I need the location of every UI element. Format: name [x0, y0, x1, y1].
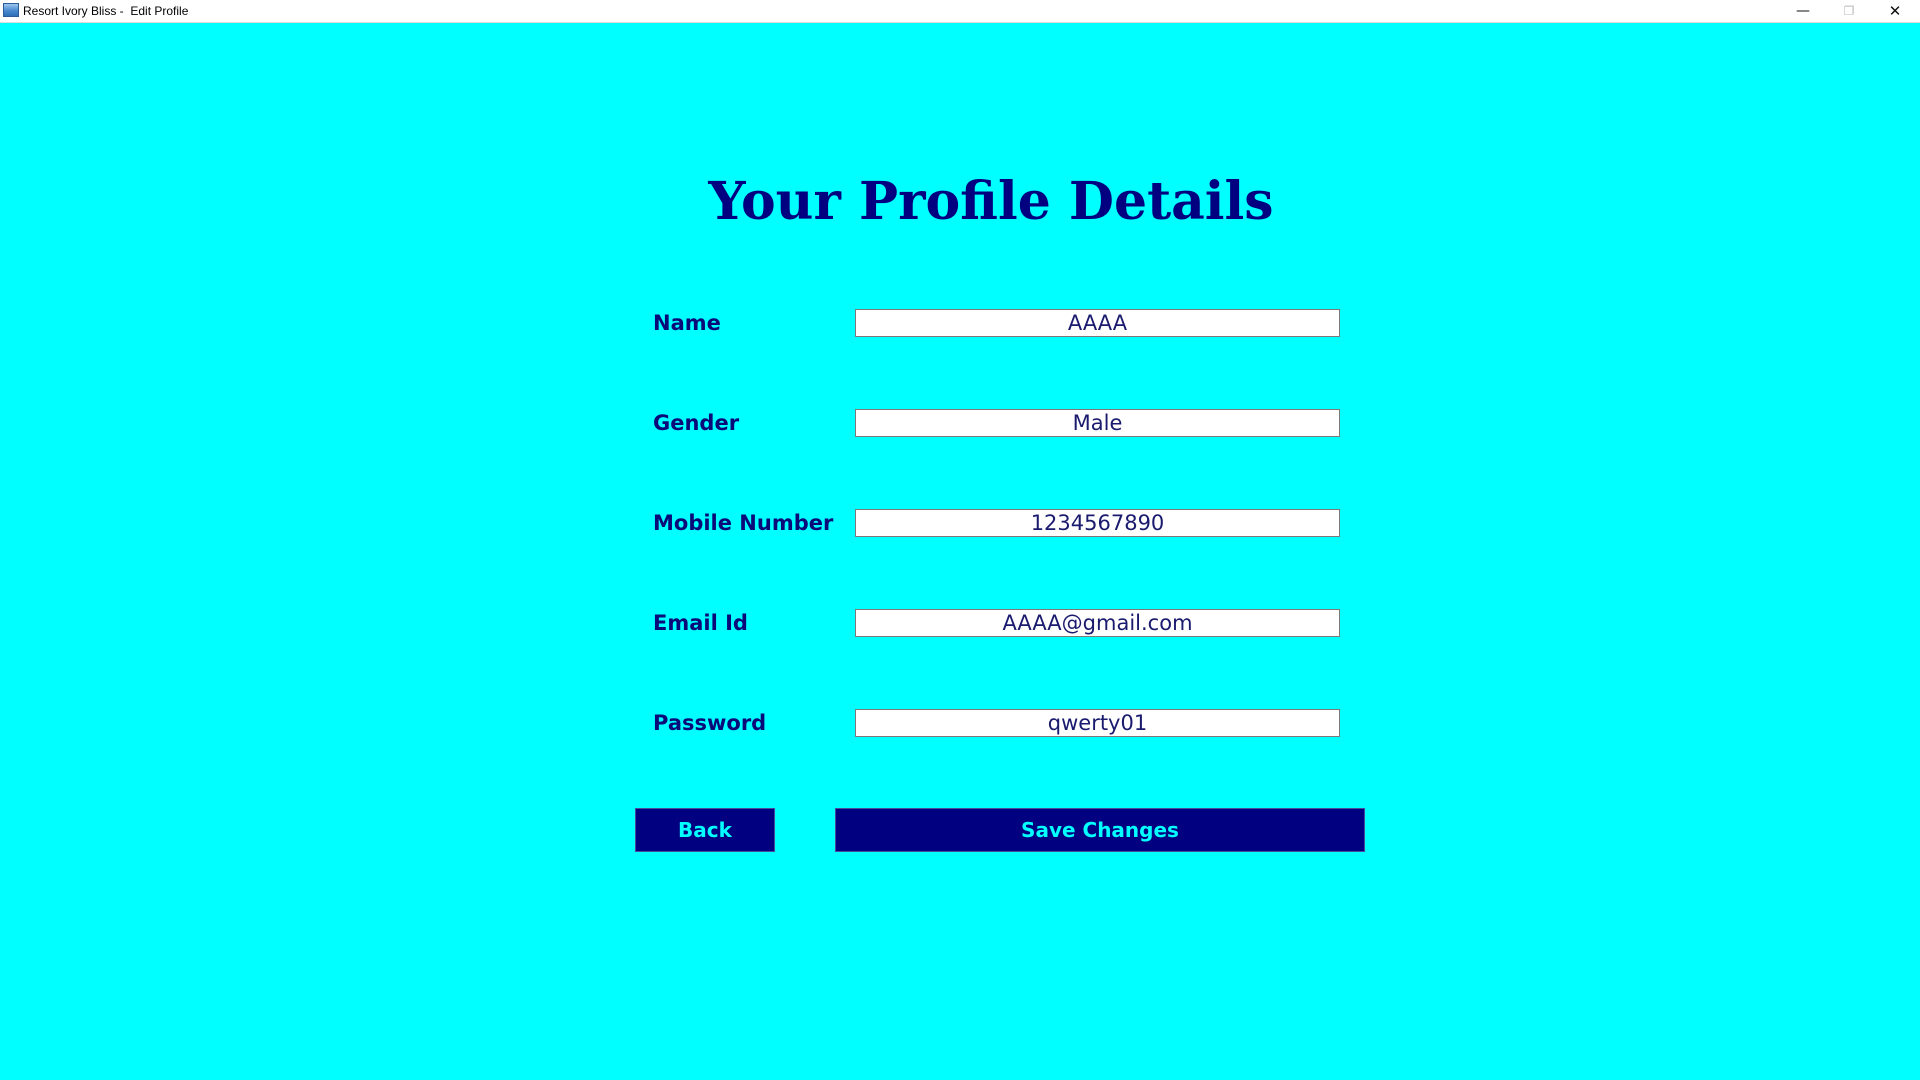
email-label: Email Id	[653, 611, 748, 635]
window-title: Resort Ivory Bliss - Edit Profile	[23, 4, 189, 18]
password-field[interactable]	[855, 709, 1340, 737]
email-field[interactable]	[855, 609, 1340, 637]
gender-field[interactable]	[855, 409, 1340, 437]
name-field[interactable]	[855, 309, 1340, 337]
page-title: Your Profile Details	[708, 171, 1274, 232]
minimize-icon[interactable]: —	[1780, 0, 1826, 22]
name-label: Name	[653, 311, 721, 335]
app-window-icon	[3, 3, 19, 17]
edit-profile-window: Resort Ivory Bliss - Edit Profile — ❐ ✕ …	[0, 0, 1920, 1080]
maximize-icon[interactable]: ❐	[1826, 0, 1872, 22]
password-label: Password	[653, 711, 767, 735]
mobile-number-field[interactable]	[855, 509, 1340, 537]
gender-label: Gender	[653, 411, 740, 435]
save-changes-button[interactable]: Save Changes	[835, 808, 1365, 852]
close-icon[interactable]: ✕	[1872, 0, 1918, 22]
title-bar: Resort Ivory Bliss - Edit Profile — ❐ ✕	[0, 0, 1920, 23]
mobile-number-label: Mobile Number	[653, 511, 834, 535]
back-button[interactable]: Back	[635, 808, 775, 852]
